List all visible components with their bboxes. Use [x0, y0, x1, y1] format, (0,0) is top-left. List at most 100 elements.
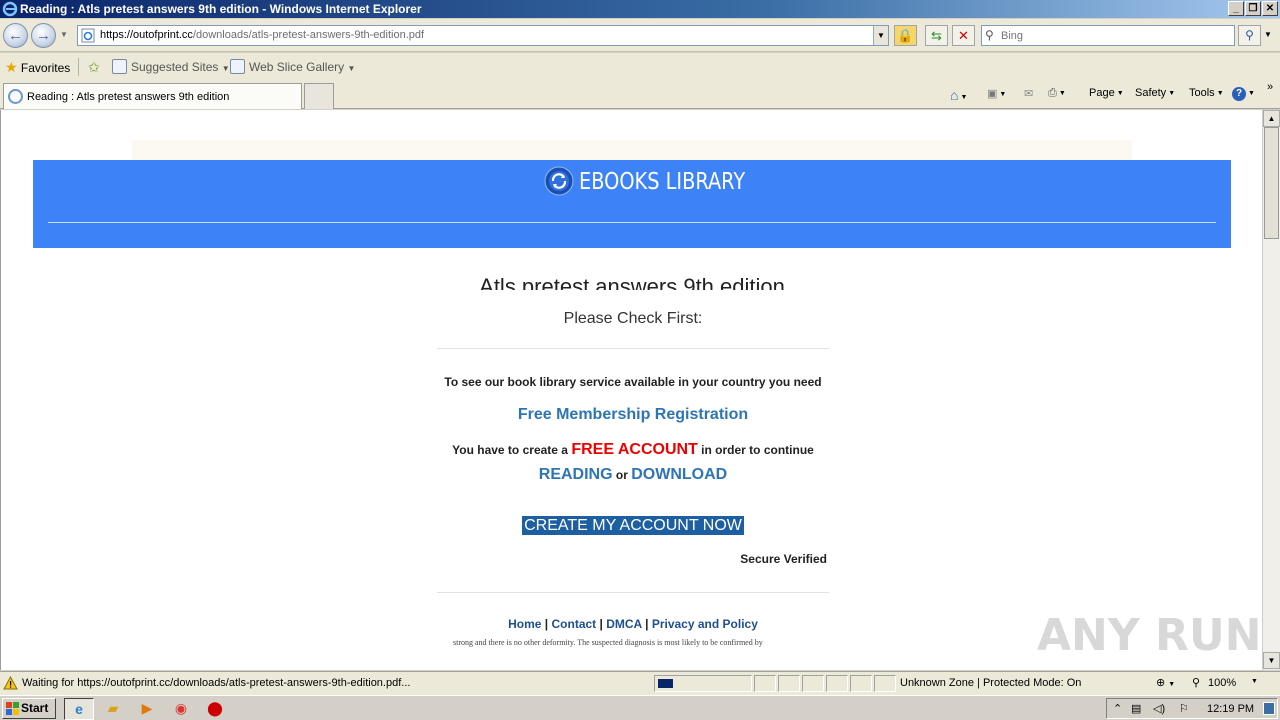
media-player-icon: ▶ [141, 700, 153, 716]
create-account-button[interactable]: CREATE MY ACCOUNT NOW [522, 516, 744, 535]
vertical-scrollbar[interactable]: ▲ ▼ [1262, 110, 1280, 670]
restore-button[interactable]: ❐ [1245, 1, 1261, 16]
availability-notice: To see our book library service availabl… [444, 375, 822, 389]
back-button[interactable]: ← [3, 23, 28, 48]
web-slice-gallery-link[interactable]: Web Slice Gallery ▼ [230, 59, 355, 74]
status-panel [778, 675, 800, 692]
privacy-policy-link[interactable]: Privacy and Policy [652, 617, 758, 631]
taskbar-opera[interactable]: ⬤ [200, 698, 230, 720]
search-box[interactable]: ⚲ [981, 25, 1235, 46]
footer-links: Home | Contact | DMCA | Privacy and Poli… [437, 617, 829, 631]
progress-panel [654, 675, 752, 692]
favorites-label: Favorites [20, 61, 71, 75]
favorites-button[interactable]: ★ Favorites [5, 59, 70, 76]
separator: | [544, 617, 549, 631]
status-panel [754, 675, 776, 692]
tools-menu[interactable]: Tools ▼ [1189, 87, 1224, 99]
windows-flag-icon [6, 702, 19, 715]
address-bar[interactable]: https://outofprint.cc/downloads/atls-pre… [77, 25, 889, 46]
reading-link[interactable]: READING [539, 466, 613, 483]
security-zone-text[interactable]: Unknown Zone | Protected Mode: On [900, 677, 1081, 689]
safety-menu[interactable]: Safety ▼ [1135, 87, 1175, 99]
status-panel [802, 675, 824, 692]
favorites-star-icon: ★ [5, 59, 18, 75]
stop-button[interactable]: ✕ [952, 25, 975, 46]
site-brand[interactable]: EBOOKS LIBRARY [579, 169, 745, 195]
create-account-notice: You have to create a FREE ACCOUNT in ord… [437, 441, 829, 459]
address-url[interactable]: https://outofprint.cc/downloads/atls-pre… [100, 29, 424, 41]
window-title: Reading : Atls pretest answers 9th editi… [20, 2, 422, 16]
show-desktop-button[interactable] [1263, 702, 1275, 715]
zoom-magnifier-icon: ⚲ [1192, 677, 1201, 689]
scroll-up-button[interactable]: ▲ [1263, 110, 1280, 127]
dmca-link[interactable]: DMCA [606, 617, 642, 631]
lock-icon: 🔒 [897, 28, 914, 43]
help-button[interactable]: ? ▼ [1232, 87, 1255, 101]
tab-bar: Reading : Atls pretest answers 9th editi… [0, 80, 1280, 109]
reading-download-line: READING or DOWNLOAD [437, 466, 829, 484]
scroll-thumb[interactable] [1264, 127, 1279, 239]
download-link[interactable]: DOWNLOAD [631, 466, 727, 483]
folder-icon: ▰ [107, 700, 119, 716]
search-options-dropdown[interactable]: ▼ [1264, 30, 1272, 39]
minimize-button[interactable]: _ [1228, 1, 1244, 16]
compatibility-view-button[interactable]: ⇆ [925, 25, 948, 46]
read-mail-button[interactable]: ✉ [1024, 87, 1033, 100]
stop-sign-icon: ⬤ [207, 700, 223, 716]
forward-button[interactable]: → [31, 23, 56, 48]
status-bar: Waiting for https://outofprint.cc/downlo… [0, 671, 1280, 695]
ie-page-icon [230, 59, 245, 74]
action-center-flag-icon[interactable]: ⚐ [1179, 702, 1189, 715]
create-suffix-text: in order to continue [701, 443, 814, 457]
taskbar-internet-explorer[interactable]: e [64, 698, 94, 720]
add-to-favorites-button[interactable]: ✩ [88, 59, 100, 76]
toolbar-overflow-button[interactable]: » [1267, 81, 1273, 93]
address-dropdown-button[interactable]: ▼ [873, 26, 888, 45]
globe-lock-icon: ⊕ [1156, 677, 1166, 689]
print-button[interactable]: ⎙ ▼ [1048, 87, 1066, 100]
protected-mode-button[interactable]: ⊕ ▼ [1156, 676, 1175, 689]
help-icon: ? [1232, 87, 1246, 101]
scroll-down-button[interactable]: ▼ [1263, 652, 1280, 669]
status-panel [850, 675, 872, 692]
home-icon: ⌂ [950, 87, 959, 103]
zoom-dropdown[interactable]: ▼ [1251, 678, 1258, 685]
or-text: or [615, 468, 628, 482]
home-button[interactable]: ⌂ ▼ [950, 87, 967, 103]
new-tab-button[interactable] [304, 83, 334, 109]
taskbar-explorer[interactable]: ▰ [98, 698, 128, 720]
search-input[interactable] [1001, 28, 1226, 43]
volume-icon[interactable]: ◁) [1153, 702, 1165, 715]
magnifier-icon: ⚲ [1245, 28, 1254, 42]
close-window-button[interactable]: ✕ [1262, 1, 1278, 16]
recent-pages-dropdown[interactable]: ▼ [60, 30, 68, 39]
chevron-down-icon: ▼ [999, 91, 1007, 98]
taskbar-media-player[interactable]: ▶ [132, 698, 162, 720]
network-icon[interactable]: ▤ [1131, 702, 1141, 715]
tab-reading[interactable]: Reading : Atls pretest answers 9th editi… [3, 83, 302, 109]
suggested-sites-link[interactable]: Suggested Sites ▼ [112, 59, 230, 74]
suggested-sites-label: Suggested Sites [131, 60, 219, 74]
chevron-down-icon: ▼ [1116, 90, 1124, 97]
site-header: EBOOKS LIBRARY [33, 160, 1231, 248]
home-link[interactable]: Home [508, 617, 541, 631]
search-button[interactable]: ⚲ [1238, 25, 1261, 46]
free-membership-registration-link[interactable]: Free Membership Registration [437, 406, 829, 424]
top-ad-strip [132, 140, 1132, 160]
zoom-level[interactable]: 100% [1208, 677, 1236, 689]
start-button[interactable]: Start [2, 698, 56, 719]
tab-label: Reading : Atls pretest answers 9th editi… [27, 91, 230, 103]
free-account-text: FREE ACCOUNT [571, 441, 698, 458]
zoom-button[interactable]: ⚲ [1192, 676, 1200, 689]
feeds-button[interactable]: ▣ ▼ [987, 87, 1006, 100]
anyrun-watermark: ANY RUN [1037, 610, 1262, 670]
taskbar-chrome[interactable]: ◉ [166, 698, 196, 720]
contact-link[interactable]: Contact [552, 617, 597, 631]
show-hidden-icons-button[interactable]: ⌃ [1113, 702, 1122, 715]
taskbar-clock[interactable]: 12:19 PM [1207, 703, 1254, 715]
safety-menu-label: Safety [1135, 87, 1167, 99]
rss-feed-icon: ▣ [987, 88, 998, 100]
security-lock-button[interactable]: 🔒 [894, 25, 917, 46]
page-menu[interactable]: Page ▼ [1089, 87, 1124, 99]
start-label: Start [21, 701, 49, 715]
